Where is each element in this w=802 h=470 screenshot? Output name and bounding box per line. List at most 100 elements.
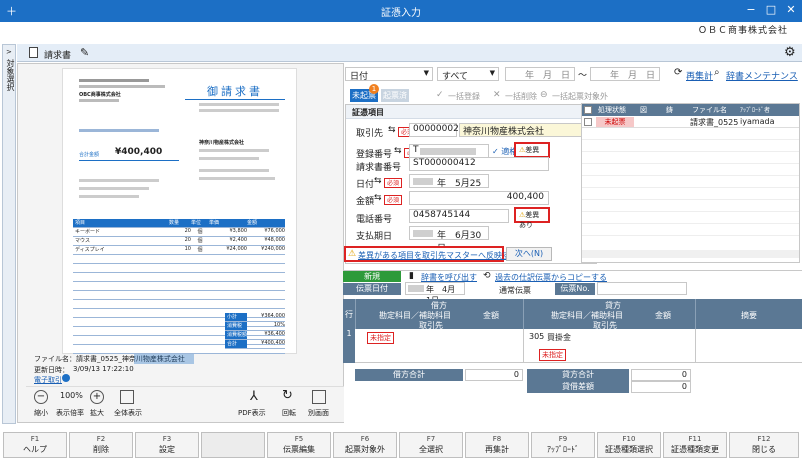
debit-total-row: 借方合計 0	[355, 369, 523, 381]
link-icon: ⇆	[388, 125, 396, 135]
f11-change-type-button[interactable]: F11 証憑種類変更	[663, 432, 727, 458]
f12-close-button[interactable]: F12 閉じる	[729, 432, 799, 458]
credit-account-name[interactable]: 買掛金	[547, 332, 571, 343]
normal-voucher-label: 通常伝票	[499, 286, 531, 295]
difference-warning[interactable]: ⚠差異あり	[514, 207, 550, 229]
close-button[interactable]: ✕	[782, 2, 800, 18]
pdf-view-label: PDF表示	[238, 409, 266, 417]
zoom-out-label: 縮小	[34, 409, 48, 417]
viewer-controls: − 縮小 100% 表示倍率 + 拡大 全体表示 ⅄ PDF表示 ↻ 回転 別画…	[26, 386, 344, 422]
bulk-register-button[interactable]: 一括登録	[448, 91, 480, 102]
date-from-input[interactable]: 年 月 日	[505, 67, 575, 81]
zoom-in-icon[interactable]: +	[90, 390, 104, 404]
registration-no-input[interactable]: T	[409, 144, 489, 158]
range-tilde: 〜	[578, 71, 588, 81]
table-row[interactable]: 未起票 請求書_0525 iyamada	[582, 116, 799, 128]
rotate-icon[interactable]: ↻	[282, 388, 293, 403]
bulk-delete-button[interactable]: 一括削除	[505, 91, 537, 102]
invoice-no-input[interactable]: ST000000412	[409, 157, 549, 171]
company-bar: ＯＢＣ商事株式会社	[0, 22, 802, 36]
date-type-select[interactable]: 日付 ▼	[345, 67, 433, 82]
copy-icon: ⟲	[483, 271, 491, 281]
credit-total-row: 貸方合計 0	[527, 369, 695, 381]
side-tab-label: 対象選択	[6, 59, 15, 91]
minimize-button[interactable]: −	[742, 2, 760, 18]
select-all-checkbox[interactable]	[584, 106, 592, 114]
reflect-to-master-link[interactable]: 差異がある項目を取引先マスターへ反映する	[358, 250, 518, 261]
zoom-value: 100%	[60, 391, 83, 400]
status-badge: 未起票	[596, 117, 634, 127]
recalc-link[interactable]: 再集計	[686, 69, 713, 82]
amount-input[interactable]: 400,400	[409, 191, 549, 205]
f5-edit-voucher-button[interactable]: F5 伝票編集	[267, 432, 331, 458]
refresh-icon[interactable]: ⟳	[674, 67, 682, 78]
document-toolbar: 請求書 ✎ ⚙	[17, 44, 802, 62]
rotate-label: 回転	[282, 409, 296, 417]
phone-input[interactable]: 0458745144	[409, 209, 509, 223]
partner-code-input[interactable]: 00000002	[409, 123, 459, 137]
magnifier-icon[interactable]: ⌕	[714, 67, 720, 78]
gear-icon[interactable]: ⚙	[784, 45, 796, 60]
document-preview-pane: OBC商事株式会社 御請求書 合計金額 ¥400,400 神奈川物産株式会社 項…	[17, 63, 344, 423]
pdf-icon[interactable]: ⅄	[250, 389, 258, 404]
journal-grid-header: 行 借方 貸方 勘定科目／補助科目 金額 取引先 勘定科目／補助科目 金額 取引…	[343, 299, 802, 330]
zoom-label: 表示倍率	[56, 409, 84, 417]
copy-past-voucher-link[interactable]: 過去の仕訳伝票からコピーする	[495, 272, 607, 283]
due-date-input[interactable]: 年 6月30日	[409, 226, 489, 254]
bulk-register-icon: ✓	[436, 90, 444, 100]
list-grid-header: 処理状態 図 鋳 ファイル名 ｱｯﾌﾟﾛｰﾄﾞ者	[582, 104, 799, 116]
invoice-summary: 小計 ¥364,000 消費税 10% 消費税額 ¥36,400 合計 ¥400,400	[225, 313, 285, 349]
next-button[interactable]: 次へ(N)	[506, 247, 552, 261]
f6-exclude-button[interactable]: F6 起票対象外	[333, 432, 397, 458]
electronic-transaction-link[interactable]: 電子取引	[34, 375, 62, 385]
journal-row-number: 1	[343, 329, 355, 363]
list-horizontal-scrollbar[interactable]	[582, 250, 799, 258]
credit-account-code[interactable]: 305	[529, 332, 544, 341]
window-title: 証憑入力	[381, 8, 421, 19]
due-date-label: 支払期日	[356, 232, 393, 242]
journal-area: 新規 ▮ 辞書を呼び出す ⟲ 過去の仕訳伝票からコピーする 伝票日付 年 4月 …	[343, 270, 802, 428]
zoom-in-label: 拡大	[90, 409, 104, 417]
scope-select[interactable]: すべて ▼	[437, 67, 499, 82]
fit-page-icon[interactable]	[120, 390, 134, 404]
info-icon[interactable]	[62, 374, 70, 382]
row-checkbox[interactable]	[584, 118, 592, 126]
dictionary-maintenance-link[interactable]: 辞書メンテナンス	[726, 69, 798, 82]
tab-registered[interactable]: 起票済	[381, 89, 409, 102]
maximize-button[interactable]: □	[762, 2, 780, 18]
f10-select-type-button[interactable]: F10 証憑種類選択	[597, 432, 661, 458]
voucher-date-input[interactable]: 年 4月 1日	[405, 282, 465, 305]
difference-row: 貸借差額 0	[527, 381, 695, 393]
chevron-right-icon: >	[6, 48, 12, 56]
side-tab[interactable]: > 対象選択	[2, 44, 16, 424]
partner-name-field: 神奈川物産株式会社	[459, 123, 591, 137]
voucher-no-input[interactable]	[597, 282, 687, 295]
f4-button	[201, 432, 265, 458]
f1-help-button[interactable]: F1 ヘルプ	[3, 432, 67, 458]
link-icon: ⇆	[374, 193, 382, 203]
separate-window-icon[interactable]	[312, 390, 326, 404]
credit-partner-unassigned[interactable]: 未指定	[539, 349, 566, 361]
bulk-exclude-button[interactable]: 一括起票対象外	[552, 91, 608, 102]
difference-warning[interactable]: ⚠差異あり	[514, 142, 550, 164]
f7-select-all-button[interactable]: F7 全選択	[399, 432, 463, 458]
f8-recalc-button[interactable]: F8 再集計	[465, 432, 529, 458]
credit-total-value: 0	[631, 369, 691, 381]
registration-no-label: 登録番号	[356, 150, 393, 160]
chevron-down-icon: ▼	[423, 69, 429, 77]
date-to-input[interactable]: 年 月 日	[590, 67, 660, 81]
f3-settings-button[interactable]: F3 設定	[135, 432, 199, 458]
debit-partner-unassigned[interactable]: 未指定	[367, 332, 394, 344]
f2-delete-button[interactable]: F2 削除	[69, 432, 133, 458]
new-voucher-button[interactable]: 新規	[343, 271, 401, 282]
pen-icon[interactable]: ✎	[80, 46, 89, 59]
phone-label: 電話番号	[356, 215, 393, 225]
invoice-preview: OBC商事株式会社 御請求書 合計金額 ¥400,400 神奈川物産株式会社 項…	[62, 68, 297, 354]
reflect-difference-box[interactable]: ⚠ 差異がある項目を取引先マスターへ反映する	[344, 246, 518, 262]
doc-tab-label[interactable]: 請求書	[44, 48, 71, 61]
journal-row[interactable]: 1 未指定 305 買掛金 未指定	[343, 329, 802, 363]
f9-upload-button[interactable]: F9 ｱｯﾌﾟﾛｰﾄﾞ	[531, 432, 595, 458]
table-row: キーボード 20 個 ¥3,800 ¥76,000	[73, 228, 285, 237]
date-input[interactable]: 年 5月25日	[409, 174, 489, 202]
zoom-out-icon[interactable]: −	[34, 390, 48, 404]
